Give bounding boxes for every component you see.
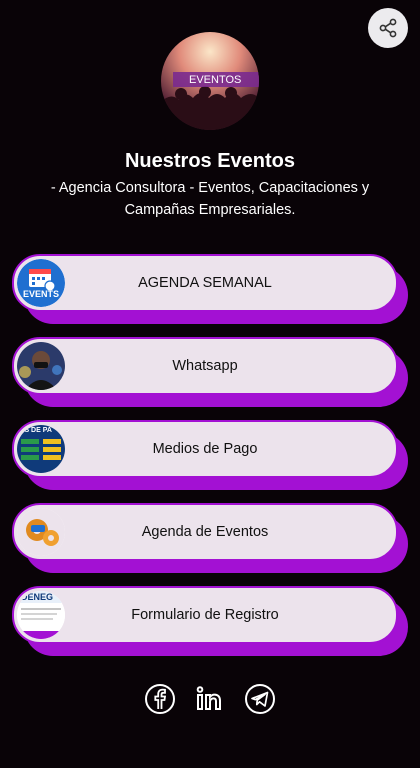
medios-de-pago-button[interactable]: OS DE PA Medios de Pago: [12, 420, 398, 478]
page-title: Nuestros Eventos: [124, 150, 296, 172]
link-item: EVENTS AGENDA SEMANAL: [12, 254, 408, 324]
share-button[interactable]: [368, 8, 408, 48]
gears-icon: [17, 508, 65, 556]
link-label: Agenda de Eventos: [141, 524, 269, 540]
link-label: AGENDA SEMANAL: [138, 275, 272, 291]
link-item: OS DE PA Medios de Pago: [12, 420, 408, 490]
form-document-image: DENEG: [17, 591, 65, 639]
person-avatar: [17, 342, 65, 390]
form-thumb-label: DENEG: [21, 592, 54, 602]
profile-avatar: EVENTOS: [161, 32, 259, 130]
payment-methods-image: OS DE PA: [17, 425, 65, 473]
facebook-icon[interactable]: [143, 682, 177, 716]
events-calendar-icon: EVENTS: [17, 259, 65, 307]
whatsapp-button[interactable]: Whatsapp: [12, 337, 398, 395]
link-item: Whatsapp: [12, 337, 408, 407]
telegram-icon[interactable]: [243, 682, 277, 716]
social-links: [0, 682, 420, 716]
profile-image-label: EVENTOS: [189, 74, 242, 86]
link-item: Agenda de Eventos: [12, 503, 408, 573]
events-thumb-label: EVENTS: [23, 289, 60, 299]
link-label: Whatsapp: [172, 358, 238, 374]
linkedin-icon[interactable]: [193, 682, 227, 716]
payment-thumb-label: OS DE PA: [19, 427, 52, 434]
link-label: Formulario de Registro: [131, 607, 279, 623]
formulario-de-registro-button[interactable]: DENEG Formulario de Registro: [12, 586, 398, 644]
agenda-de-eventos-button[interactable]: Agenda de Eventos: [12, 503, 398, 561]
link-item: DENEG Formulario de Registro: [12, 586, 408, 656]
agenda-semanal-button[interactable]: EVENTS AGENDA SEMANAL: [12, 254, 398, 312]
link-label: Medios de Pago: [152, 441, 258, 457]
share-icon: [379, 18, 397, 38]
page-description: - Agencia Consultora - Eventos, Capacita…: [50, 180, 370, 218]
